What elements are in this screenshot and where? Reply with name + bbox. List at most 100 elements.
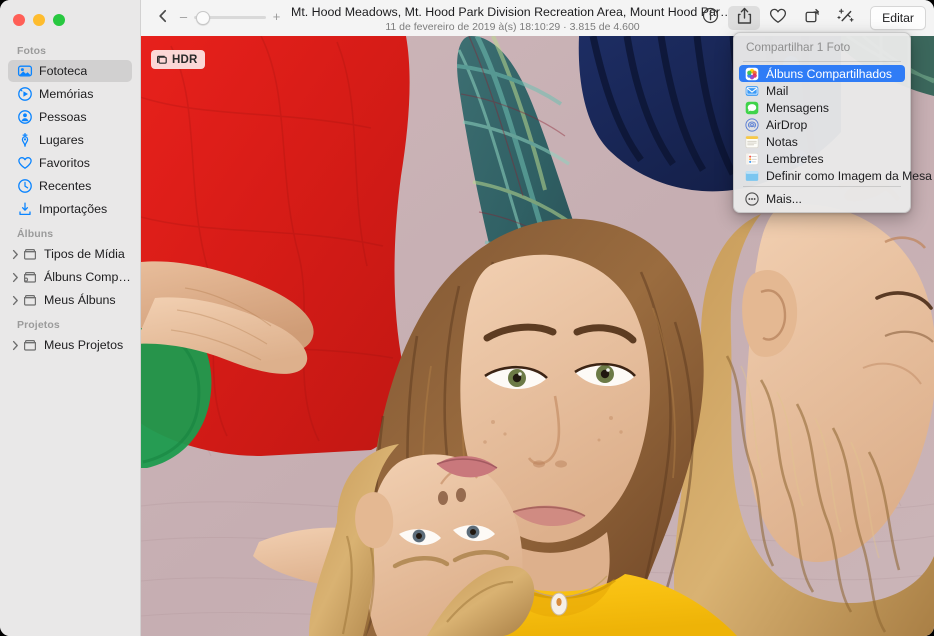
minimize-button[interactable]: [33, 14, 45, 26]
import-icon: [17, 201, 33, 217]
photos-app-window: HDR FotosFototecaMemóriasPessoasLugaresF…: [0, 0, 934, 636]
sidebar-item-lbuns-comparti[interactable]: Álbuns Comparti...: [8, 266, 132, 288]
share-menu-item-mail[interactable]: Mail: [739, 82, 905, 99]
memories-icon: [17, 86, 33, 102]
sidebar-item-fototeca[interactable]: Fototeca: [8, 60, 132, 82]
info-button[interactable]: [694, 6, 726, 30]
sidebar-scroll-area[interactable]: FotosFototecaMemóriasPessoasLugaresFavor…: [0, 38, 140, 636]
sidebar-item-label: Memórias: [39, 87, 93, 101]
sidebar-section-header: Álbuns: [8, 221, 132, 243]
share-menu-items: Álbuns Compartilhados Mail Mensagens AirDro…: [734, 65, 910, 184]
chevron-right-icon[interactable]: [8, 340, 22, 351]
zoom-out-label[interactable]: –: [179, 12, 188, 22]
share-button[interactable]: [728, 6, 760, 30]
sidebar-item-importa-es[interactable]: Importações: [8, 198, 132, 220]
sidebar-item-label: Recentes: [39, 179, 91, 193]
title-block: Mt. Hood Meadows, Mt. Hood Park Division…: [291, 5, 734, 34]
photos-library-icon: [17, 63, 33, 79]
sidebar-section-header: Projetos: [8, 312, 132, 334]
rotate-button[interactable]: [796, 6, 828, 30]
rotate-icon: [803, 7, 821, 30]
heart-icon: [17, 155, 33, 171]
chevron-right-icon[interactable]: [8, 295, 22, 306]
zoom-slider-knob[interactable]: [196, 11, 210, 25]
sidebar-item-recentes[interactable]: Recentes: [8, 175, 132, 197]
share-menu-item-label: Mensagens: [766, 101, 829, 115]
sidebar-item-label: Fototeca: [39, 64, 87, 78]
heart-icon: [769, 8, 787, 29]
zoom-button[interactable]: [53, 14, 65, 26]
back-button[interactable]: [154, 9, 172, 27]
photo-metadata: 11 de fevereiro de 2019 à(s) 18:10:29 · …: [291, 20, 734, 34]
sidebar-item-tipos-de-m-dia[interactable]: Tipos de Mídia: [8, 243, 132, 265]
places-pin-icon: [17, 132, 33, 148]
zoom-slider-track[interactable]: [194, 16, 266, 19]
magic-wand-icon: [837, 7, 855, 30]
edit-button[interactable]: Editar: [870, 6, 926, 30]
share-menu-item-definir-como-imagem-da-mesa[interactable]: Definir como Imagem da Mesa: [739, 167, 905, 184]
share-up-arrow-icon: [736, 7, 753, 30]
share-menu-item-more[interactable]: Mais...: [739, 190, 905, 207]
share-menu-item-label: Álbuns Compartilhados: [766, 67, 892, 81]
more-ellipsis-icon: [745, 192, 759, 206]
share-menu-item-label: Lembretes: [766, 152, 824, 166]
window-frame: HDR FotosFototecaMemóriasPessoasLugaresF…: [0, 0, 934, 636]
sidebar-item-label: Tipos de Mídia: [44, 247, 125, 261]
close-button[interactable]: [13, 14, 25, 26]
zoom-in-label[interactable]: +: [272, 12, 281, 22]
share-menu-divider-bottom: [743, 186, 901, 187]
toolbar: – + Mt. Hood Meadows, Mt. Hood Park Divi…: [141, 0, 934, 36]
chevron-right-icon[interactable]: [8, 249, 22, 260]
share-menu-item-more-label: Mais...: [766, 192, 802, 206]
sidebar-item-meus-projetos[interactable]: Meus Projetos: [8, 334, 132, 356]
share-menu: Compartilhar 1 Foto Álbuns Compartilhado…: [733, 32, 911, 213]
messages-app-icon: [745, 101, 759, 115]
people-icon: [17, 109, 33, 125]
info-circle-icon: [702, 7, 719, 29]
traffic-lights: [13, 14, 65, 26]
folder-icon: [22, 292, 38, 308]
favorite-button[interactable]: [762, 6, 794, 30]
toolbar-actions: Editar: [694, 0, 926, 36]
mail-app-icon: [745, 84, 759, 98]
photos-app-icon: [745, 67, 759, 81]
sidebar-item-favoritos[interactable]: Favoritos: [8, 152, 132, 174]
folder-icon: [22, 337, 38, 353]
share-menu-item-label: Definir como Imagem da Mesa: [766, 169, 932, 183]
folder-icon: [22, 246, 38, 262]
clock-icon: [17, 178, 33, 194]
share-menu-item-airdrop[interactable]: AirDrop: [739, 116, 905, 133]
sidebar: FotosFototecaMemóriasPessoasLugaresFavor…: [0, 0, 141, 636]
sidebar-item-mem-rias[interactable]: Memórias: [8, 83, 132, 105]
edit-button-label: Editar: [882, 11, 914, 25]
shared-folder-icon: [22, 269, 38, 285]
sidebar-item-label: Meus Projetos: [44, 338, 123, 352]
reminders-app-icon: [745, 152, 759, 166]
sidebar-item-label: Importações: [39, 202, 107, 216]
notes-app-icon: [745, 135, 759, 149]
share-menu-item-label: Mail: [766, 84, 788, 98]
sidebar-item-label: Favoritos: [39, 156, 90, 170]
share-menu-title: Compartilhar 1 Foto: [734, 38, 910, 59]
hdr-badge: HDR: [151, 50, 205, 69]
sidebar-item-label: Pessoas: [39, 110, 87, 124]
share-menu-item-mensagens[interactable]: Mensagens: [739, 99, 905, 116]
share-menu-item-label: AirDrop: [766, 118, 807, 132]
page-title: Mt. Hood Meadows, Mt. Hood Park Division…: [291, 5, 734, 20]
hdr-label: HDR: [172, 54, 198, 66]
layers-icon: [156, 54, 168, 66]
share-menu-item-lbuns-compartilhados[interactable]: Álbuns Compartilhados: [739, 65, 905, 82]
sidebar-item-label: Meus Álbuns: [44, 293, 116, 307]
airdrop-icon: [745, 118, 759, 132]
desktop-picture-icon: [745, 169, 759, 183]
share-menu-item-notas[interactable]: Notas: [739, 133, 905, 150]
share-menu-divider-top: [743, 61, 901, 62]
chevron-right-icon[interactable]: [8, 272, 22, 283]
sidebar-item-meus-lbuns[interactable]: Meus Álbuns: [8, 289, 132, 311]
sidebar-item-lugares[interactable]: Lugares: [8, 129, 132, 151]
sidebar-item-pessoas[interactable]: Pessoas: [8, 106, 132, 128]
share-menu-item-lembretes[interactable]: Lembretes: [739, 150, 905, 167]
enhance-button[interactable]: [830, 6, 862, 30]
share-menu-item-label: Notas: [766, 135, 798, 149]
zoom-slider[interactable]: – +: [179, 12, 281, 22]
